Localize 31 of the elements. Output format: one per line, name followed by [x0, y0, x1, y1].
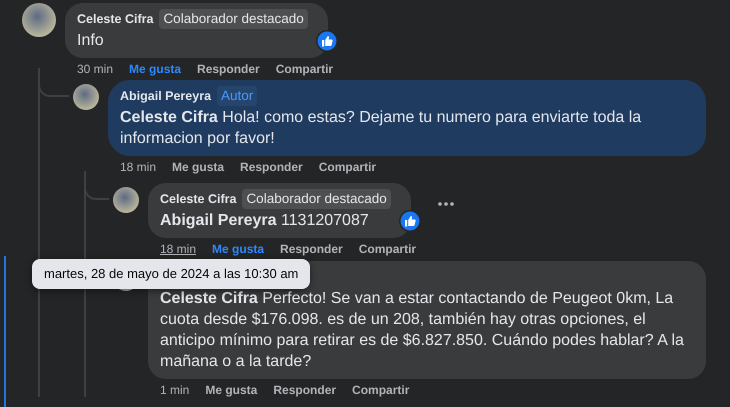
action-link[interactable]: Me gusta: [172, 160, 224, 174]
author-badge: Autor: [217, 86, 258, 106]
timestamp-link[interactable]: 30 min: [77, 62, 114, 76]
author-name[interactable]: Abigail Pereyra: [120, 88, 212, 104]
avatar: [22, 3, 56, 37]
timestamp-link[interactable]: 1 min: [160, 383, 190, 397]
action-link[interactable]: Compartir: [318, 160, 376, 174]
action-link[interactable]: Compartir: [352, 383, 410, 397]
action-link[interactable]: Responder: [240, 160, 303, 174]
avatar: [73, 84, 99, 110]
avatar: [113, 187, 139, 213]
action-link[interactable]: Me gusta: [205, 383, 258, 397]
action-link[interactable]: Me gusta: [129, 62, 182, 76]
action-link[interactable]: Me gusta: [212, 242, 264, 256]
date-tooltip: martes, 28 de mayo de 2024 a las 10:30 am: [32, 259, 310, 289]
timestamp-link[interactable]: 18 min: [160, 242, 196, 256]
action-link[interactable]: Responder: [273, 383, 336, 397]
author-badge: Colaborador destacado: [242, 189, 391, 209]
comment-text: Info: [77, 31, 105, 51]
comment-text: Celeste Cifra Perfecto! Se van a estar contactando de Peugeot 0km, La cuota desde $176.098. es de un 208, también hay otras opciones, el anticipo mínimo para retirar es de $6.827.850. Cuándo podes hablar? A la mañana o a la tarde?: [160, 289, 685, 372]
action-link[interactable]: Responder: [280, 242, 343, 256]
more-options-icon[interactable]: [436, 200, 455, 206]
author-name[interactable]: Celeste Cifra: [77, 10, 154, 28]
timestamp-link[interactable]: 18 min: [120, 160, 156, 174]
author-name[interactable]: Celeste Cifra: [160, 190, 236, 208]
action-link[interactable]: Compartir: [358, 242, 416, 256]
author-badge: Colaborador destacado: [159, 9, 308, 29]
comment-text: Celeste Cifra Hola! como estas? Dejame tu numero para enviarte toda la informacion por favor!: [120, 108, 642, 149]
action-link[interactable]: Responder: [197, 62, 260, 76]
action-link[interactable]: Compartir: [276, 62, 334, 76]
comment-text: Abigail Pereyra 1131207087: [160, 211, 370, 231]
